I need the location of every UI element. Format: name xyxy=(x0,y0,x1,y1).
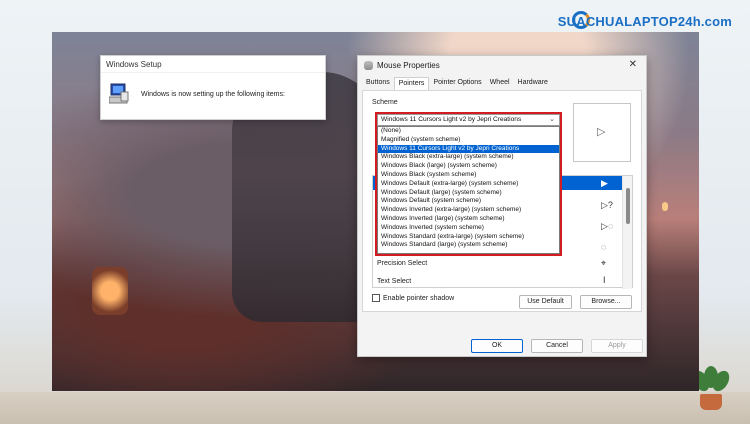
windows-setup-dialog: Windows Setup Windows is now setting up … xyxy=(100,55,326,120)
ok-button[interactable]: OK xyxy=(471,339,523,353)
arrow-cursor-icon: ▷ xyxy=(597,126,606,138)
scheme-selected-value: Windows 11 Cursors Light v2 by Jepri Cre… xyxy=(381,116,522,123)
chevron-down-icon: ⌄ xyxy=(549,116,555,123)
browse-button[interactable]: Browse... xyxy=(580,295,632,309)
tab-pointer-options[interactable]: Pointer Options xyxy=(429,77,485,91)
setup-title: Windows Setup xyxy=(101,56,325,73)
mouse-properties-dialog: Mouse Properties ✕ Buttons Pointers Poin… xyxy=(357,55,647,357)
floor xyxy=(0,392,750,424)
scheme-option[interactable]: (None) xyxy=(378,127,559,136)
scheme-option[interactable]: Windows Standard (extra-large) (system s… xyxy=(378,233,559,242)
scheme-option[interactable]: Windows Default (extra-large) (system sc… xyxy=(378,180,559,189)
scheme-option[interactable]: Windows Standard (large) (system scheme) xyxy=(378,241,559,250)
apply-button[interactable]: Apply xyxy=(591,339,643,353)
use-default-button[interactable]: Use Default xyxy=(519,295,572,309)
brand-watermark: SUACHUALAPTOP24h.com xyxy=(557,14,732,29)
cursor-row-label: Precision Select xyxy=(377,260,428,267)
scheme-option[interactable]: Magnified (system scheme) xyxy=(378,136,559,145)
scheme-option[interactable]: Windows Default (large) (system scheme) xyxy=(378,189,559,198)
working-icon: ▷◌ xyxy=(601,221,614,231)
setup-message: Windows is now setting up the following … xyxy=(141,91,285,98)
tab-wheel[interactable]: Wheel xyxy=(486,77,514,91)
help-select-icon: ▷? xyxy=(601,200,613,210)
busy-icon: ◌ xyxy=(601,242,607,252)
setup-computer-icon xyxy=(109,83,129,104)
enable-shadow-checkbox[interactable] xyxy=(372,294,380,302)
scheme-option[interactable]: Windows Black (extra-large) (system sche… xyxy=(378,153,559,162)
scheme-option[interactable]: Windows Black (large) (system scheme) xyxy=(378,162,559,171)
cancel-button[interactable]: Cancel xyxy=(531,339,583,353)
tab-pointers[interactable]: Pointers xyxy=(393,77,430,91)
scheme-option[interactable]: Windows Inverted (extra-large) (system s… xyxy=(378,206,559,215)
scheme-option[interactable]: Windows Black (system scheme) xyxy=(378,171,559,180)
mouse-icon xyxy=(364,60,373,70)
tab-hardware[interactable]: Hardware xyxy=(514,77,552,91)
tab-buttons[interactable]: Buttons xyxy=(362,77,394,91)
enable-shadow-row[interactable]: Enable pointer shadow xyxy=(372,294,454,302)
dialog-title: Mouse Properties xyxy=(377,60,440,70)
close-icon[interactable]: ✕ xyxy=(629,59,637,70)
scheme-label: Scheme xyxy=(372,99,398,106)
cursor-row-label: Text Select xyxy=(377,278,412,285)
mouse-properties-titlebar: Mouse Properties xyxy=(358,56,646,74)
list-scrollbar[interactable] xyxy=(622,176,632,289)
tab-strip: Buttons Pointers Pointer Options Wheel H… xyxy=(362,77,552,91)
crosshair-icon: ⌖ xyxy=(601,258,607,268)
text-select-icon: I xyxy=(603,275,606,285)
scheme-dropdown-list[interactable]: (None) Magnified (system scheme) Windows… xyxy=(377,126,560,254)
scheme-option[interactable]: Windows Default (system scheme) xyxy=(378,197,559,206)
scheme-option-selected[interactable]: Windows 11 Cursors Light v2 by Jepri Cre… xyxy=(378,144,559,154)
scrollbar-thumb[interactable] xyxy=(626,188,630,224)
enable-shadow-label: Enable pointer shadow xyxy=(383,294,455,302)
lantern-image xyxy=(92,267,128,315)
scheme-dropdown[interactable]: Windows 11 Cursors Light v2 by Jepri Cre… xyxy=(377,114,560,126)
cursor-preview-box: ▷ xyxy=(573,103,631,162)
scheme-option[interactable]: Windows Inverted (system scheme) xyxy=(378,224,559,233)
scheme-option[interactable]: Windows Inverted (large) (system scheme) xyxy=(378,215,559,224)
normal-select-icon: ▶ xyxy=(601,178,608,188)
